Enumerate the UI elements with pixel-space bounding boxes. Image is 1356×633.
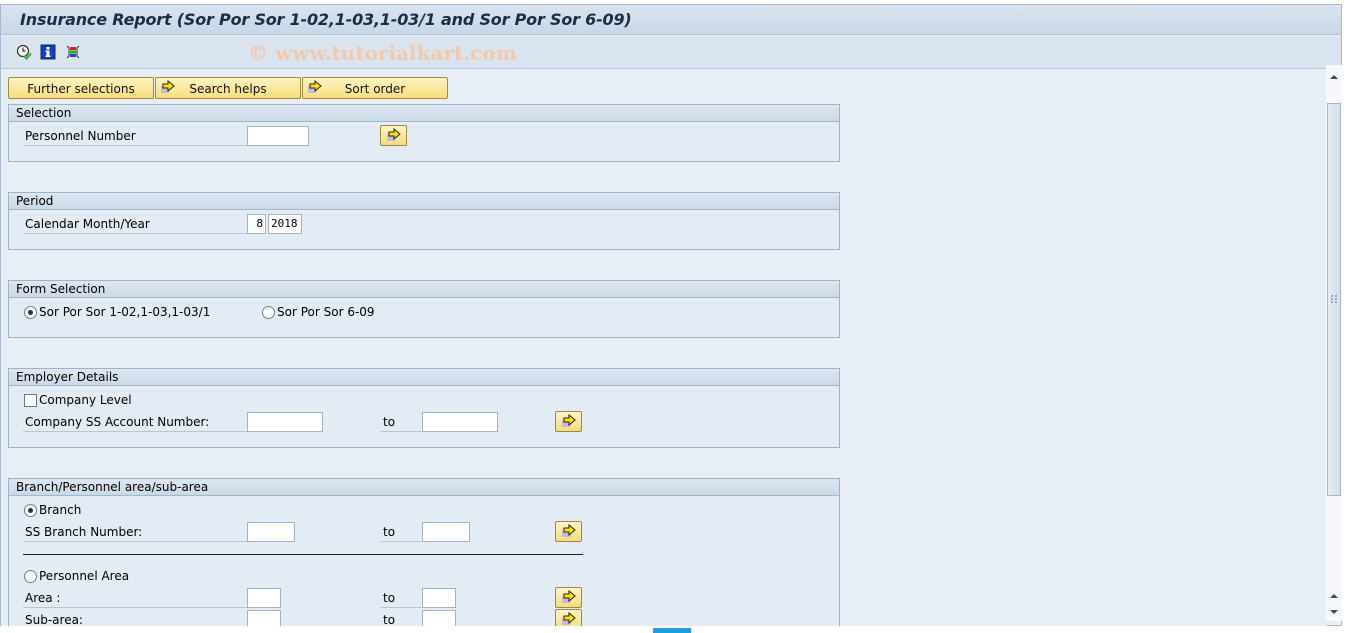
branch-area-group: Branch/Personnel area/sub-area Branch SS…	[8, 478, 840, 626]
subarea-label: Sub-area:	[25, 613, 83, 626]
form-option2-label: Sor Por Sor 6-09	[277, 305, 375, 319]
area-row: Area : to	[23, 587, 823, 608]
separator-line	[23, 554, 583, 555]
personnel-area-radio[interactable]	[24, 570, 37, 583]
to-label: to	[383, 591, 396, 605]
arrow-right-icon	[562, 590, 576, 603]
arrow-right-icon	[562, 524, 576, 537]
label-underline	[381, 607, 421, 608]
group-title: Selection	[9, 105, 839, 122]
area-from-input[interactable]	[247, 588, 281, 608]
label-underline	[23, 607, 247, 608]
label-underline	[381, 431, 421, 432]
company-account-to-input[interactable]	[422, 412, 498, 432]
form-option1-label: Sor Por Sor 1-02,1-03,1-03/1	[39, 305, 211, 319]
to-label: to	[383, 525, 396, 539]
year-input[interactable]: 2018	[268, 214, 302, 234]
form-option1-radio[interactable]	[24, 306, 37, 319]
group-title: Period	[9, 193, 839, 210]
group-title: Branch/Personnel area/sub-area	[9, 479, 839, 496]
personnel-number-row: Personnel Number	[23, 125, 823, 146]
sort-order-button[interactable]: Sort order	[302, 77, 448, 99]
label-underline	[23, 145, 247, 146]
branch-number-to-input[interactable]	[422, 522, 470, 542]
company-level-checkbox[interactable]	[24, 394, 37, 407]
watermark: © www.tutorialkart.com	[248, 41, 517, 65]
subarea-multiple-selection-button[interactable]	[555, 609, 582, 626]
to-label: to	[383, 613, 396, 626]
application-toolbar: © www.tutorialkart.com	[1, 36, 1341, 69]
personnel-area-radio-label: Personnel Area	[39, 569, 130, 583]
label-underline	[23, 233, 247, 234]
subarea-row: Sub-area: to	[23, 609, 823, 626]
arrow-right-icon	[562, 414, 576, 427]
form-option2-radio[interactable]	[262, 306, 275, 319]
subarea-from-input[interactable]	[247, 610, 281, 626]
company-account-multiple-selection-button[interactable]	[555, 411, 582, 432]
scroll-down-arrow-icon[interactable]	[1327, 605, 1341, 619]
report-window: Insurance Report (Sor Por Sor 1-02,1-03,…	[0, 4, 1342, 626]
status-indicator	[653, 628, 691, 633]
arrow-right-icon	[562, 612, 576, 625]
branch-number-from-input[interactable]	[247, 522, 295, 542]
branch-radio[interactable]	[24, 504, 37, 517]
arrow-right-icon	[387, 128, 401, 141]
branch-number-multiple-selection-button[interactable]	[555, 521, 582, 542]
employer-details-group: Employer Details Company Level Company S…	[8, 368, 840, 448]
period-group: Period Calendar Month/Year 8 2018	[8, 192, 840, 250]
branch-number-row: SS Branch Number: to	[23, 521, 823, 542]
label-underline	[381, 541, 421, 542]
month-input[interactable]: 8	[247, 214, 266, 234]
scroll-page-up-arrow-icon[interactable]	[1327, 589, 1341, 603]
title-bar: Insurance Report (Sor Por Sor 1-02,1-03,…	[1, 5, 1341, 35]
group-title: Form Selection	[9, 281, 839, 298]
information-icon[interactable]	[40, 44, 56, 60]
selection-options-icon[interactable]	[65, 44, 81, 60]
label-underline	[23, 541, 247, 542]
branch-radio-label: Branch	[39, 503, 82, 517]
area-label: Area :	[25, 591, 61, 605]
calendar-month-year-row: Calendar Month/Year 8 2018	[23, 214, 823, 234]
group-title: Employer Details	[9, 369, 839, 386]
company-account-row: Company SS Account Number: to	[23, 411, 823, 432]
label-underline	[23, 431, 247, 432]
company-level-label: Company Level	[39, 393, 132, 407]
selection-group: Selection Personnel Number	[8, 104, 840, 162]
subarea-to-input[interactable]	[422, 610, 456, 626]
further-selections-button[interactable]: Further selections	[8, 77, 154, 99]
search-helps-button[interactable]: Search helps	[155, 77, 301, 99]
execute-clock-icon[interactable]	[16, 44, 32, 60]
page-title: Insurance Report (Sor Por Sor 1-02,1-03,…	[20, 10, 632, 29]
vertical-scrollbar[interactable]	[1326, 65, 1342, 621]
personnel-number-label: Personnel Number	[25, 129, 136, 143]
branch-number-label: SS Branch Number:	[25, 525, 143, 539]
calendar-month-year-label: Calendar Month/Year	[25, 217, 150, 231]
to-label: to	[383, 415, 396, 429]
personnel-number-input[interactable]	[247, 126, 309, 146]
selection-screen: Further selections Search helps Sort ord…	[1, 70, 1327, 626]
area-to-input[interactable]	[422, 588, 456, 608]
scroll-up-arrow-icon[interactable]	[1327, 70, 1341, 84]
company-account-from-input[interactable]	[247, 412, 323, 432]
area-multiple-selection-button[interactable]	[555, 587, 582, 608]
scrollbar-thumb[interactable]	[1327, 103, 1341, 496]
personnel-number-multiple-selection-button[interactable]	[380, 125, 407, 146]
form-selection-group: Form Selection Sor Por Sor 1-02,1-03,1-0…	[8, 280, 840, 338]
company-account-label: Company SS Account Number:	[25, 415, 210, 429]
